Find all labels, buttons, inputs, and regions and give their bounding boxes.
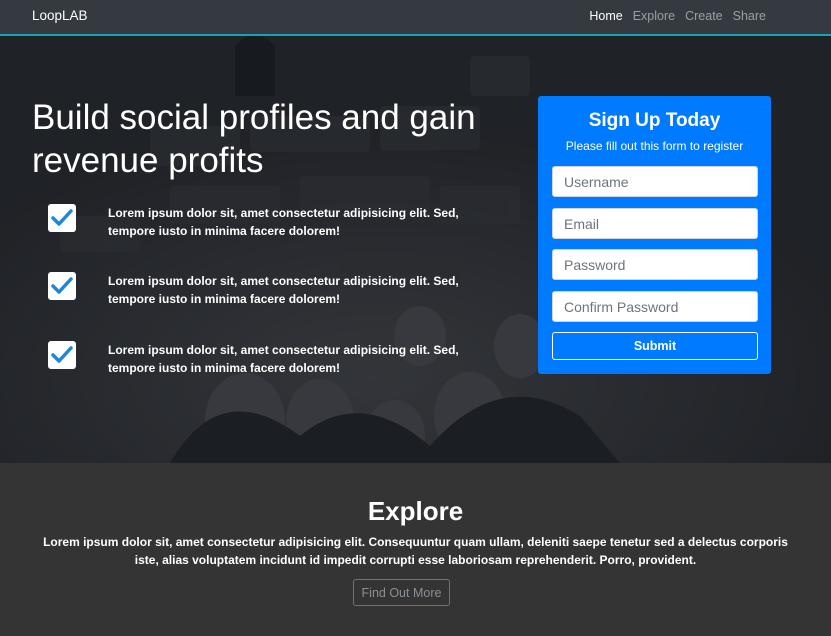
check-icon bbox=[48, 204, 76, 232]
navbar: LoopLAB Home Explore Create Share bbox=[0, 0, 831, 36]
nav-link-home[interactable]: Home bbox=[589, 9, 622, 23]
nav-link-create[interactable]: Create bbox=[685, 9, 723, 23]
submit-button[interactable]: Submit bbox=[552, 332, 758, 360]
signup-subtitle: Please fill out this form to register bbox=[565, 139, 744, 153]
nav-link-share[interactable]: Share bbox=[733, 9, 766, 23]
nav-link-explore[interactable]: Explore bbox=[633, 9, 675, 23]
find-out-more-button[interactable]: Find Out More bbox=[353, 579, 450, 606]
brand-logo[interactable]: LoopLAB bbox=[32, 8, 88, 23]
explore-section: Explore Lorem ipsum dolor sit, amet cons… bbox=[0, 463, 831, 636]
feature-text: Lorem ipsum dolor sit, amet consectetur … bbox=[108, 343, 459, 375]
email-input[interactable] bbox=[552, 208, 758, 239]
feature-text: Lorem ipsum dolor sit, amet consectetur … bbox=[108, 274, 459, 306]
nav-links: Home Explore Create Share bbox=[589, 9, 766, 23]
signup-title: Sign Up Today bbox=[588, 110, 721, 131]
password-input[interactable] bbox=[552, 249, 758, 280]
feature-item: Lorem ipsum dolor sit, amet consectetur … bbox=[48, 272, 468, 306]
confirm-password-input[interactable] bbox=[552, 291, 758, 322]
feature-item: Lorem ipsum dolor sit, amet consectetur … bbox=[48, 204, 468, 238]
hero-title: Build social profiles and gain revenue p… bbox=[32, 98, 476, 180]
feature-text: Lorem ipsum dolor sit, amet consectetur … bbox=[108, 206, 459, 238]
check-icon bbox=[48, 341, 76, 369]
check-icon bbox=[48, 272, 76, 300]
hero-section: Build social profiles and gain revenue p… bbox=[0, 36, 831, 463]
explore-title: Explore bbox=[367, 496, 464, 526]
explore-text: Lorem ipsum dolor sit, amet consectetur … bbox=[43, 535, 788, 567]
feature-item: Lorem ipsum dolor sit, amet consectetur … bbox=[48, 341, 468, 375]
signup-card: Sign Up Today Please fill out this form … bbox=[538, 96, 771, 374]
username-input[interactable] bbox=[552, 166, 758, 197]
